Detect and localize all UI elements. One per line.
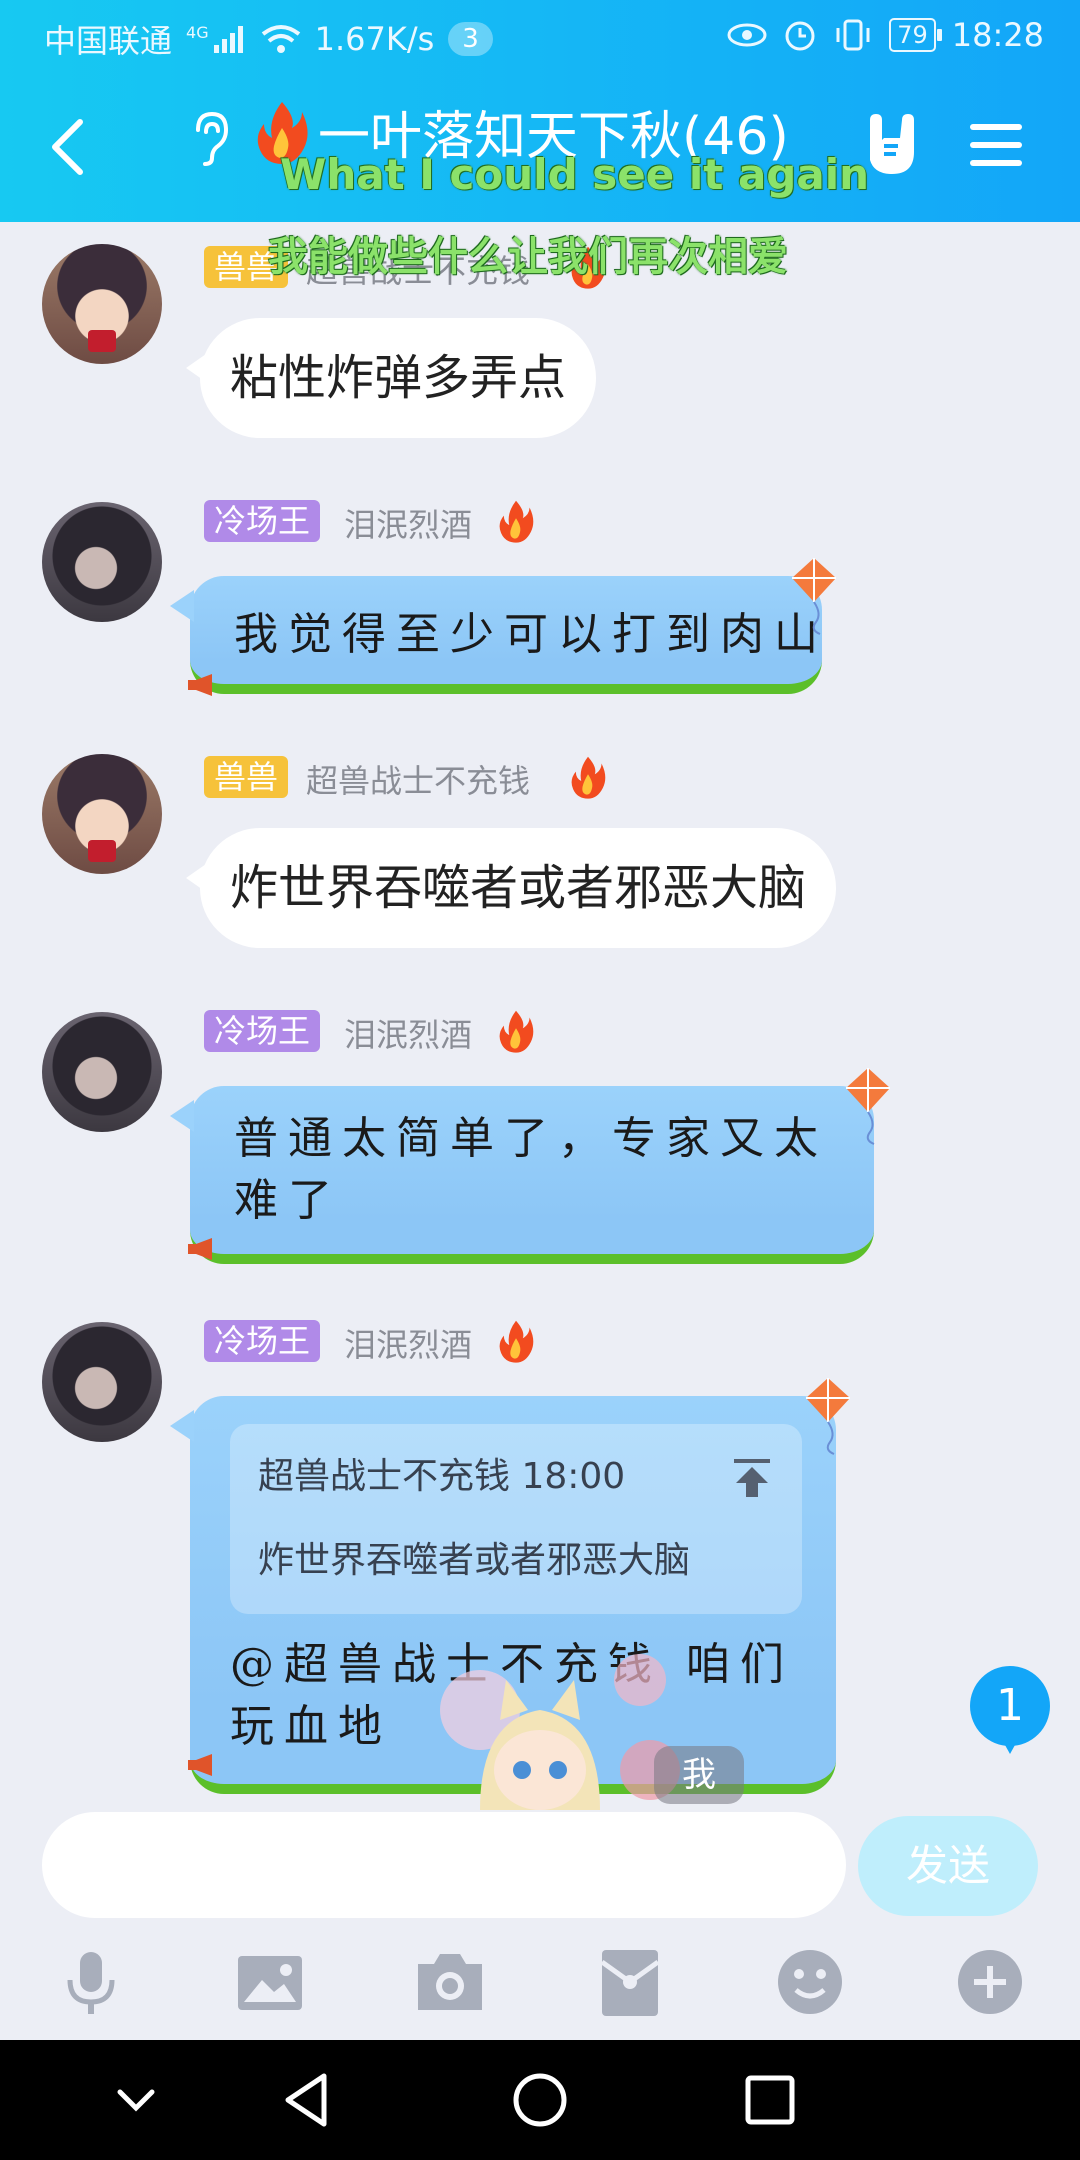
message-bubble[interactable]: 普通太简单了，专家又太难了 (170, 1086, 874, 1264)
member-title-badge: 冷场王 (204, 500, 321, 542)
home-circle-icon[interactable] (504, 2064, 576, 2136)
message-bubble[interactable]: 我觉得至少可以打到肉山 (170, 576, 822, 694)
member-title-badge: 冷场王 (204, 1010, 321, 1052)
message-input[interactable] (42, 1812, 846, 1918)
avatar[interactable] (42, 1322, 162, 1442)
plus-icon[interactable] (950, 1942, 1030, 2022)
sender-name[interactable]: 泪泯烈酒 (344, 500, 472, 546)
ear-icon[interactable] (188, 108, 232, 168)
flame-icon (499, 500, 534, 543)
avatar[interactable] (42, 1012, 162, 1132)
send-button[interactable]: 发送 (858, 1816, 1038, 1916)
battery-indicator: 79 (889, 18, 942, 52)
carrier-label: 中国联通 (44, 22, 173, 60)
flame-icon (499, 1010, 534, 1053)
rock-hand-icon[interactable] (860, 112, 922, 178)
eye-icon (727, 23, 767, 47)
vibrate-icon (836, 19, 870, 51)
pin-top-icon[interactable] (730, 1455, 774, 1499)
recents-square-icon[interactable] (734, 2064, 806, 2136)
kite-icon (806, 1378, 850, 1455)
image-icon[interactable] (230, 1942, 310, 2022)
flame-icon (571, 756, 606, 799)
message-bubble[interactable]: 粘性炸弹多弄点 (185, 318, 597, 438)
me-label[interactable]: 我 (654, 1746, 744, 1804)
sender-name[interactable]: 超兽战士不充钱 (306, 756, 530, 802)
lyric-overlay-chinese: 我能做些什么让我们再次相爱 (268, 234, 788, 280)
quoted-sender-time: 超兽战士不充钱 18:00 (258, 1456, 626, 1497)
input-bar: 发送 (0, 1810, 1080, 2040)
microphone-icon[interactable] (50, 1942, 130, 2022)
collapse-chevron-icon[interactable] (100, 2064, 172, 2136)
emoji-icon[interactable] (770, 1942, 850, 2022)
camera-icon[interactable] (410, 1942, 490, 2022)
message-bubble[interactable]: 炸世界吞噬者或者邪恶大脑 (185, 828, 837, 948)
kite-icon (846, 1068, 890, 1145)
avatar[interactable] (42, 244, 162, 364)
chat-navbar: 一叶落知天下秋(46) What I could see it again (0, 72, 1080, 222)
sender-name[interactable]: 泪泯烈酒 (344, 1010, 472, 1056)
megaphone-icon (188, 674, 212, 696)
network-type: 4G (186, 22, 209, 42)
menu-button[interactable] (968, 120, 1024, 170)
clock: 18:28 (951, 16, 1044, 54)
signal-icon (213, 26, 243, 53)
network-speed: 1.67K/s (314, 20, 435, 58)
unread-count-badge[interactable]: 1 (970, 1666, 1050, 1754)
quoted-text: 炸世界吞噬者或者邪恶大脑 (258, 1540, 691, 1581)
member-title-badge: 冷场王 (204, 1320, 321, 1362)
quoted-message[interactable]: 超兽战士不充钱 18:00 炸世界吞噬者或者邪恶大脑 (230, 1424, 802, 1614)
member-title-badge: 兽兽 (204, 756, 289, 798)
lyric-overlay-english: What I could see it again (280, 150, 869, 199)
sender-name[interactable]: 泪泯烈酒 (344, 1320, 472, 1366)
megaphone-icon (188, 1238, 212, 1260)
kite-icon (792, 558, 836, 635)
alarm-icon (785, 21, 815, 51)
wifi-icon (261, 25, 300, 53)
flame-icon (499, 1320, 534, 1363)
avatar[interactable] (42, 502, 162, 622)
quoted-header: 超兽战士不充钱 18:00 (258, 1446, 774, 1508)
system-navigation-bar (0, 2040, 1080, 2160)
status-bar: 中国联通 4G 1.67K/s 3 79 18:28 (0, 0, 1080, 72)
back-button[interactable] (40, 112, 100, 182)
avatar[interactable] (42, 754, 162, 874)
notification-count-badge: 3 (448, 22, 493, 56)
megaphone-icon (188, 1754, 212, 1776)
back-triangle-icon[interactable] (272, 2064, 344, 2136)
red-packet-icon[interactable] (590, 1942, 670, 2022)
